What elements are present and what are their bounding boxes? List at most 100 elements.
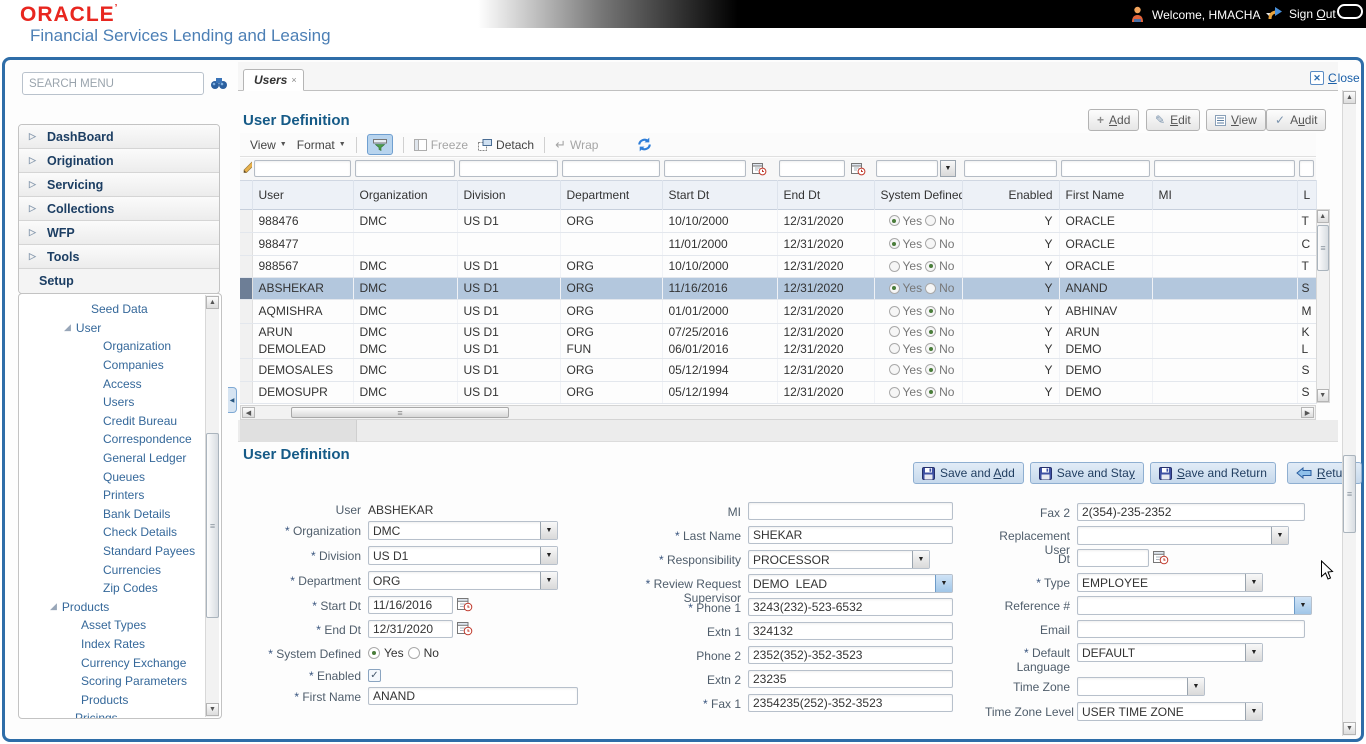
view-button[interactable]: View — [1206, 109, 1266, 131]
radio-yes[interactable] — [888, 282, 900, 294]
table-row[interactable]: ARUN DMC US D1 ORG 07/25/2016 12/31/2020 Yes N… — [240, 323, 1317, 340]
tree-item-check-details[interactable]: Check Details — [19, 523, 221, 542]
table-row[interactable]: DEMOLEAD DMC US D1 FUN 06/01/2016 12/31/2020 … — [240, 340, 1317, 359]
scroll-down-icon[interactable]: ▼ — [1316, 389, 1329, 402]
filter-system-defined-input[interactable] — [876, 160, 938, 178]
dropdown-arrow-icon[interactable]: ▼ — [1245, 703, 1262, 720]
tab-users[interactable]: Users × — [243, 69, 304, 91]
dropdown-arrow-icon[interactable]: ▼ — [1187, 678, 1204, 695]
table-hscroll-thumb[interactable]: ≡ — [291, 407, 509, 418]
column-header-first-name[interactable]: First Name — [1059, 180, 1153, 209]
tree-item-scoring-parameters[interactable]: Scoring Parameters — [19, 672, 221, 691]
filter-end-dt-input[interactable] — [779, 160, 845, 178]
calendar-icon[interactable] — [457, 597, 473, 612]
column-header-enabled[interactable]: Enabled — [962, 180, 1060, 209]
review-request-supervisor-select[interactable]: DEMO LEAD ▼ — [748, 574, 953, 593]
tree-item-bank-details[interactable]: Bank Details — [19, 505, 221, 524]
radio-yes[interactable] — [888, 215, 900, 226]
detach-button[interactable]: Detach — [478, 138, 534, 152]
column-header-mi[interactable]: MI — [1152, 180, 1298, 209]
table-row-selected[interactable]: ABSHEKAR DMC US D1 ORG 11/16/2016 12/31/2020 … — [240, 277, 1317, 300]
close-icon[interactable]: ✕ — [1310, 71, 1324, 85]
tree-item-users[interactable]: Users — [19, 393, 221, 412]
table-vertical-scrollbar[interactable]: ▲ ≡ ▼ — [1316, 209, 1330, 403]
tree-item-standard-payees[interactable]: Standard Payees — [19, 542, 221, 561]
reference-select[interactable]: ▼ — [1077, 596, 1312, 615]
view-menu[interactable]: View ▼ — [250, 138, 287, 152]
filter-system-defined-dropdown[interactable]: ▼ — [940, 160, 956, 178]
table-row[interactable]: AQMISHRA DMC US D1 ORG 01/01/2000 12/31/2020 … — [240, 299, 1317, 324]
default-language-select[interactable]: DEFAULT ▼ — [1077, 643, 1263, 662]
column-header-end-dt[interactable]: End Dt — [777, 180, 875, 209]
radio-no[interactable] — [925, 364, 937, 375]
phone1-input[interactable] — [748, 598, 953, 616]
dropdown-arrow-icon[interactable]: ▼ — [1294, 597, 1311, 614]
department-select[interactable]: ORG ▼ — [368, 571, 558, 590]
close-button[interactable]: ✕ Close — [1310, 71, 1360, 85]
tree-item-queues[interactable]: Queues — [19, 467, 221, 486]
replacement-user-select[interactable]: ▼ — [1077, 526, 1289, 545]
filter-pencil-icon[interactable] — [242, 160, 252, 174]
dropdown-arrow-icon[interactable]: ▼ — [540, 572, 557, 589]
tree-item-user[interactable]: ◢ User — [19, 319, 221, 338]
expanded-node-icon[interactable]: ◢ — [50, 601, 57, 612]
tree-item-currency-exchange[interactable]: Currency Exchange — [19, 653, 221, 672]
tree-item-companies[interactable]: Companies — [19, 356, 221, 375]
dropdown-arrow-icon[interactable]: ▼ — [935, 575, 952, 592]
tree-item-organization[interactable]: Organization — [19, 337, 221, 356]
radio-no[interactable] — [925, 305, 937, 317]
filter-department-input[interactable] — [562, 160, 660, 178]
sidebar-item-wfp[interactable]: ▷ WFP — [19, 221, 219, 245]
radio-yes[interactable] — [888, 305, 900, 317]
phone2-input[interactable] — [748, 646, 953, 664]
column-header-start-dt[interactable]: Start Dt — [662, 180, 778, 209]
extn1-input[interactable] — [748, 622, 953, 640]
tab-close-icon[interactable]: × — [291, 75, 296, 85]
user-menu[interactable]: Welcome, HMACHA — [1130, 6, 1275, 23]
radio-no[interactable] — [925, 326, 937, 338]
scroll-up-icon[interactable]: ▲ — [1316, 210, 1329, 223]
filter-start-dt-input[interactable] — [664, 160, 746, 178]
type-select[interactable]: EMPLOYEE ▼ — [1077, 573, 1263, 592]
radio-yes[interactable] — [888, 364, 900, 375]
query-by-example-button[interactable] — [366, 134, 393, 155]
panel-vertical-scrollbar[interactable]: ▲ ≡ ▼ — [1342, 90, 1356, 736]
radio-no[interactable] — [925, 282, 937, 294]
table-row[interactable]: 988477 11/01/2000 12/31/2020 Yes No Y ORACLE… — [240, 232, 1317, 256]
column-header-system-defined[interactable]: System Defined — [874, 180, 963, 209]
tree-item-currencies[interactable]: Currencies — [19, 560, 221, 579]
extn2-input[interactable] — [748, 670, 953, 688]
sidebar-item-servicing[interactable]: ▷ Servicing — [19, 173, 219, 197]
first-name-input[interactable] — [368, 687, 578, 705]
filter-mi-input[interactable] — [1154, 160, 1295, 178]
tree-item-pricings[interactable]: Pricings — [19, 709, 221, 718]
column-header-division[interactable]: Division — [457, 180, 561, 209]
filter-last-name-input[interactable] — [1299, 160, 1314, 178]
radio-no[interactable] — [925, 215, 937, 226]
radio-no[interactable] — [925, 386, 937, 398]
column-header-user[interactable]: User — [252, 180, 354, 209]
filter-division-input[interactable] — [459, 160, 558, 178]
search-input[interactable] — [22, 72, 204, 95]
sidebar-item-dashboard[interactable]: ▷ DashBoard — [19, 125, 219, 149]
enabled-checkbox[interactable]: ✓ — [368, 669, 381, 682]
scroll-up-icon[interactable]: ▲ — [206, 296, 219, 309]
radio-yes[interactable] — [888, 260, 900, 272]
column-header-department[interactable]: Department — [560, 180, 663, 209]
dropdown-arrow-icon[interactable]: ▼ — [1245, 644, 1262, 661]
mi-input[interactable] — [748, 502, 953, 520]
tree-item-printers[interactable]: Printers — [19, 486, 221, 505]
tree-item-products[interactable]: Products — [19, 690, 221, 709]
scroll-left-icon[interactable]: ◀ — [242, 407, 255, 418]
time-zone-level-select[interactable]: USER TIME ZONE ▼ — [1077, 702, 1263, 721]
scroll-up-icon[interactable]: ▲ — [1343, 91, 1356, 104]
column-header-organization[interactable]: Organization — [353, 180, 458, 209]
tree-item-seed-data[interactable]: Seed Data — [19, 300, 221, 319]
scroll-down-icon[interactable]: ▼ — [1343, 722, 1356, 735]
table-scroll-thumb[interactable]: ≡ — [1317, 225, 1329, 271]
radio-yes[interactable] — [888, 326, 900, 338]
radio-yes[interactable] — [888, 238, 900, 249]
radio-no[interactable] — [925, 343, 937, 355]
calendar-icon[interactable] — [457, 621, 473, 636]
email-input[interactable] — [1077, 620, 1305, 638]
